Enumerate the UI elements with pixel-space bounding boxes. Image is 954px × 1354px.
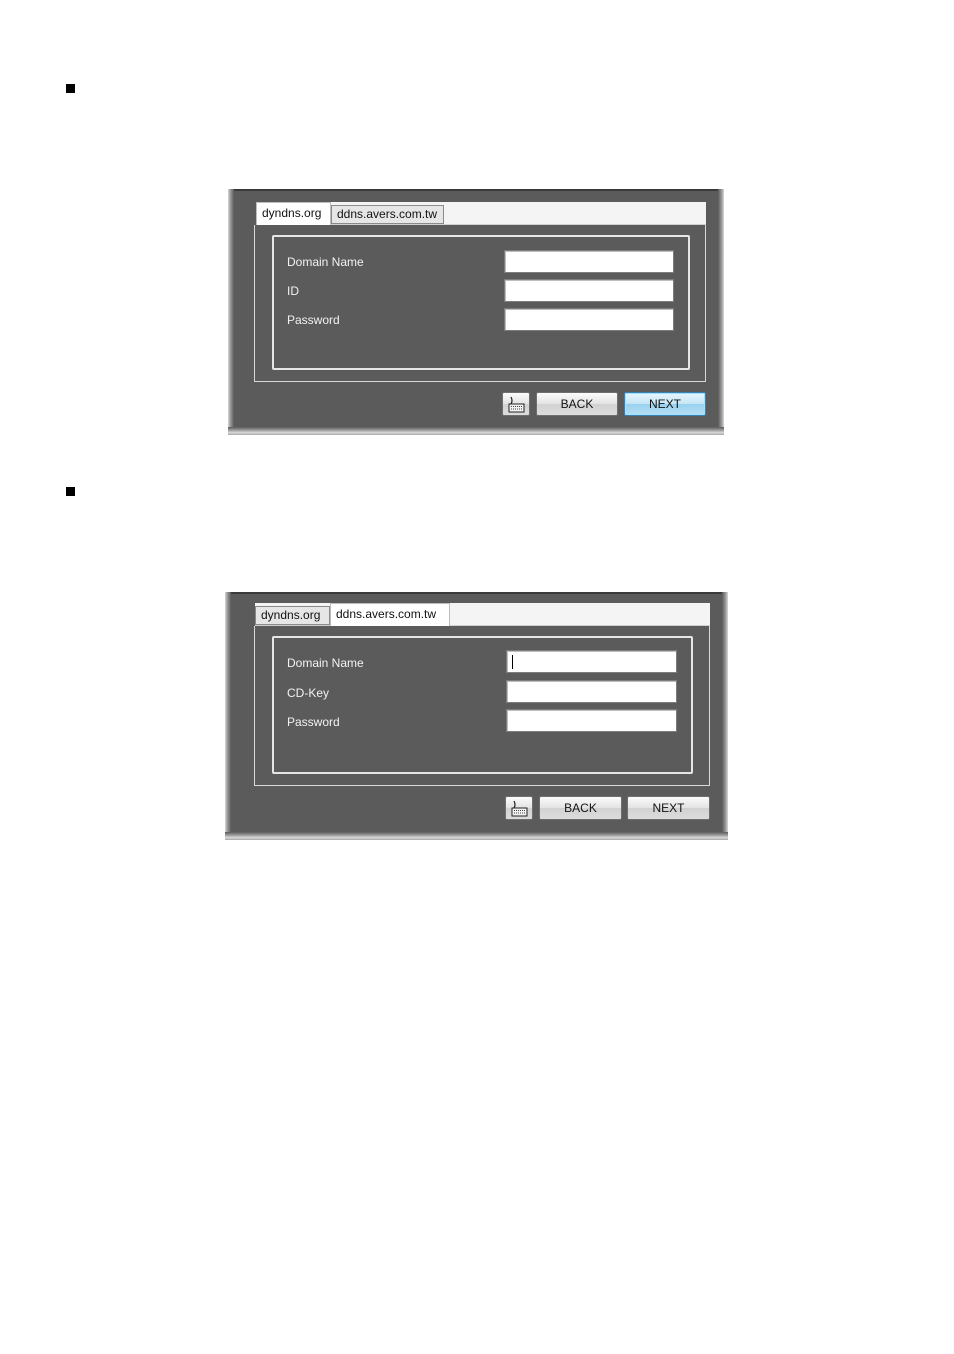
bullet-marker xyxy=(66,487,75,496)
domain-name-label: Domain Name xyxy=(287,656,364,670)
ddns-dialog-dyndns: dyndns.org ddns.avers.com.tw Domain Name… xyxy=(228,189,724,435)
tab-ddns-avers[interactable]: ddns.avers.com.tw xyxy=(330,603,450,626)
back-button[interactable]: BACK xyxy=(536,392,618,416)
password-input[interactable] xyxy=(504,308,674,331)
fields-group-box: Domain Name ID Password xyxy=(272,235,690,370)
ddns-dialog-avers: dyndns.org ddns.avers.com.tw Domain Name… xyxy=(225,592,728,840)
domain-name-input[interactable] xyxy=(506,650,677,673)
tab-dyndns-org[interactable]: dyndns.org xyxy=(256,202,331,225)
tab-dyndns-org[interactable]: dyndns.org xyxy=(255,606,330,625)
password-label: Password xyxy=(287,313,340,327)
keyboard-button[interactable] xyxy=(505,796,533,820)
domain-name-input[interactable] xyxy=(504,250,674,273)
id-label: ID xyxy=(287,284,299,298)
id-input[interactable] xyxy=(504,279,674,302)
password-label: Password xyxy=(287,715,340,729)
fields-group-box: Domain Name CD-Key Password xyxy=(272,636,693,774)
tab-ddns-avers[interactable]: ddns.avers.com.tw xyxy=(331,205,444,224)
tab-strip: dyndns.org ddns.avers.com.tw xyxy=(255,603,710,626)
text-caret xyxy=(512,655,513,669)
keyboard-icon xyxy=(508,396,525,413)
password-input[interactable] xyxy=(506,709,677,732)
tab-strip: dyndns.org ddns.avers.com.tw xyxy=(256,202,706,225)
bullet-marker xyxy=(66,84,75,93)
next-button[interactable]: NEXT xyxy=(624,392,706,416)
cd-key-label: CD-Key xyxy=(287,686,330,700)
cd-key-input[interactable] xyxy=(506,680,677,703)
back-button[interactable]: BACK xyxy=(539,796,622,820)
keyboard-icon xyxy=(511,800,528,817)
domain-name-label: Domain Name xyxy=(287,255,364,269)
keyboard-button[interactable] xyxy=(502,392,530,416)
next-button[interactable]: NEXT xyxy=(627,796,710,820)
